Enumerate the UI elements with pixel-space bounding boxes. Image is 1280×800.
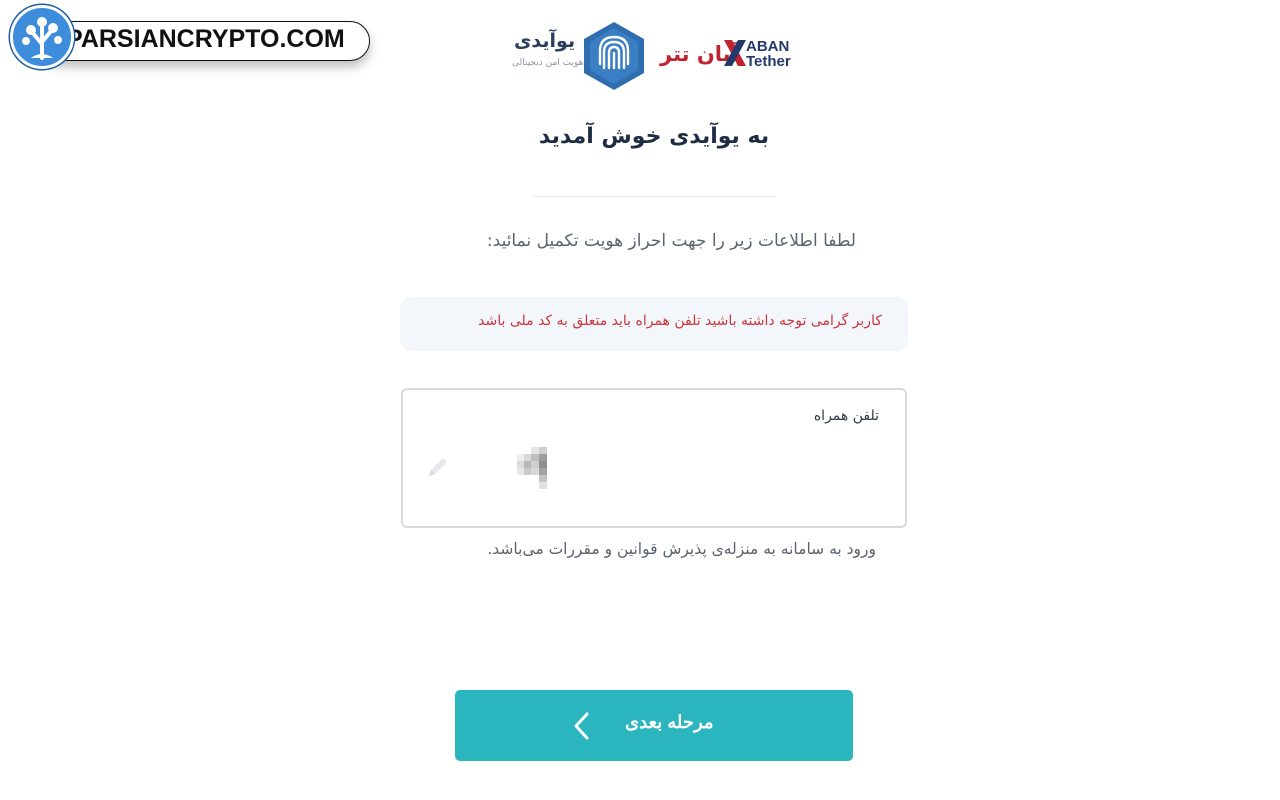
next-step-label: مرحله بعدی	[625, 712, 714, 732]
aban-en-line2: Tether	[746, 53, 791, 70]
warning-alert: کاربر گرامی توجه داشته باشید تلفن همراه …	[400, 297, 908, 351]
fingerprint-icon	[580, 20, 648, 96]
pencil-icon[interactable]	[425, 454, 451, 480]
title-divider	[533, 196, 775, 197]
phone-field-box[interactable]: تلفن همراه	[401, 388, 907, 528]
aban-tether-english-name: ABAN Tether	[746, 39, 791, 69]
redacted-phone-blur	[517, 447, 547, 489]
uid-tagline: هویت امن دیجیتالی	[512, 58, 584, 68]
chevron-left-icon	[571, 711, 591, 741]
next-step-button[interactable]: مرحله بعدی	[455, 690, 853, 761]
x-logo-icon	[722, 38, 748, 72]
instruction-text: لطفا اطلاعات زیر را جهت احراز هویت تکمیل…	[486, 231, 856, 251]
terms-notice: ورود به سامانه به منزله‌ی پذیرش قوانین و…	[487, 540, 876, 558]
phone-field-label: تلفن همراه	[813, 408, 879, 424]
header-logos: یوآیدی هویت امن دیجیتالی آبان تتر ABAN T…	[500, 20, 810, 92]
uid-login-page: PARSIANCRYPTO.COM یوآیدی هویت امن دیجیتا…	[0, 0, 1280, 800]
aban-en-line1: ABAN	[746, 38, 790, 55]
parsiancrypto-watermark: PARSIANCRYPTO.COM	[10, 5, 370, 69]
phone-input[interactable]	[507, 446, 811, 492]
uid-brand-name: یوآیدی	[514, 30, 576, 52]
page-title: به یوآیدی خوش آمدید	[538, 124, 770, 149]
tree-logo-icon	[10, 5, 74, 69]
warning-alert-text: کاربر گرامی توجه داشته باشید تلفن همراه …	[478, 313, 882, 329]
watermark-text: PARSIANCRYPTO.COM	[66, 25, 345, 53]
